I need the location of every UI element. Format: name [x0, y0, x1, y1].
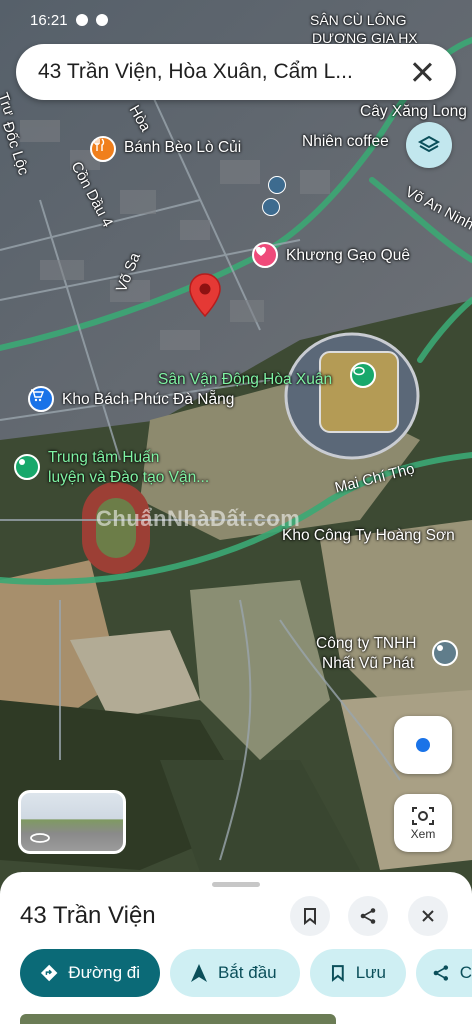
- lens-icon: [412, 807, 434, 825]
- place-label[interactable]: Bánh Bèo Lò Củi: [124, 138, 241, 158]
- my-location-icon: [416, 738, 430, 752]
- place-label[interactable]: Kho Bách Phúc Đà Nẵng: [62, 390, 234, 410]
- directions-label: Đường đi: [68, 963, 140, 982]
- share-button[interactable]: C: [416, 949, 472, 997]
- search-bar[interactable]: 43 Trần Viện, Hòa Xuân, Cẩm L...: [16, 44, 456, 100]
- place-label[interactable]: Nhất Vũ Phát: [322, 654, 414, 674]
- place-label[interactable]: Công ty TNHH: [316, 634, 417, 654]
- save-label: Lưu: [355, 963, 386, 982]
- rotate-360-icon: [30, 833, 50, 843]
- share-label: C: [459, 963, 472, 982]
- messenger-icon: [75, 14, 88, 26]
- place-sheet[interactable]: 43 Trần Viện Đường đi Bắt đầu Lưu C: [0, 872, 472, 1024]
- close-icon[interactable]: [410, 60, 434, 84]
- location-pin-icon[interactable]: [188, 272, 222, 318]
- satellite-map[interactable]: Bánh Bèo Lò Củi Nhiên coffee Cây Xăng Lo…: [0, 0, 472, 1024]
- directions-icon: [40, 964, 58, 982]
- sheet-drag-handle[interactable]: [212, 882, 260, 887]
- directions-button[interactable]: Đường đi: [20, 949, 160, 997]
- xem-button[interactable]: Xem: [394, 794, 452, 852]
- place-label[interactable]: Trung tâm Huấn: [48, 448, 159, 468]
- save-button[interactable]: Lưu: [310, 949, 406, 997]
- start-label: Bắt đầu: [218, 963, 277, 982]
- save-icon-button[interactable]: [290, 896, 330, 936]
- bus-stop-icon[interactable]: [262, 198, 280, 216]
- place-label[interactable]: Nhiên coffee: [302, 132, 389, 152]
- heart-icon[interactable]: [252, 242, 278, 268]
- status-time: 16:21: [30, 11, 68, 29]
- close-sheet-button[interactable]: [408, 896, 448, 936]
- place-label[interactable]: Khương Gạo Quê: [286, 246, 410, 266]
- restaurant-icon[interactable]: [90, 136, 116, 162]
- watermark: ChuẩnNhàĐất.com: [96, 506, 301, 531]
- share-icon: [433, 965, 449, 981]
- start-button[interactable]: Bắt đầu: [170, 949, 300, 997]
- stadium-icon[interactable]: [350, 362, 376, 388]
- shopping-cart-icon[interactable]: [28, 386, 54, 412]
- bookmark-icon: [304, 908, 316, 925]
- place-label[interactable]: Cây Xăng Long: [360, 102, 467, 122]
- search-query[interactable]: 43 Trần Viện, Hòa Xuân, Cẩm L...: [38, 60, 410, 84]
- xem-label: Xem: [410, 827, 436, 841]
- layers-button[interactable]: [406, 122, 452, 168]
- place-marker-icon[interactable]: [432, 640, 458, 666]
- close-icon: [422, 910, 434, 922]
- my-location-button[interactable]: [394, 716, 452, 774]
- place-title: 43 Trần Viện: [20, 902, 156, 929]
- navigation-icon: [191, 964, 207, 982]
- share-icon-button[interactable]: [348, 896, 388, 936]
- place-marker-icon[interactable]: [14, 454, 40, 480]
- facebook-icon: [95, 14, 108, 26]
- bookmark-icon: [331, 965, 344, 982]
- place-label[interactable]: luyện và Đào tạo Vận...: [48, 468, 209, 488]
- street-view-thumbnail[interactable]: [18, 790, 126, 854]
- layers-icon: [417, 135, 441, 153]
- bus-stop-icon[interactable]: [268, 176, 286, 194]
- place-label[interactable]: Kho Công Ty Hoàng Sơn: [282, 526, 455, 546]
- photo-preview-strip[interactable]: [20, 1014, 336, 1024]
- place-label[interactable]: Sân Vận Động Hòa Xuân: [158, 370, 332, 390]
- share-icon: [360, 908, 376, 924]
- status-bar: 16:21: [0, 0, 472, 40]
